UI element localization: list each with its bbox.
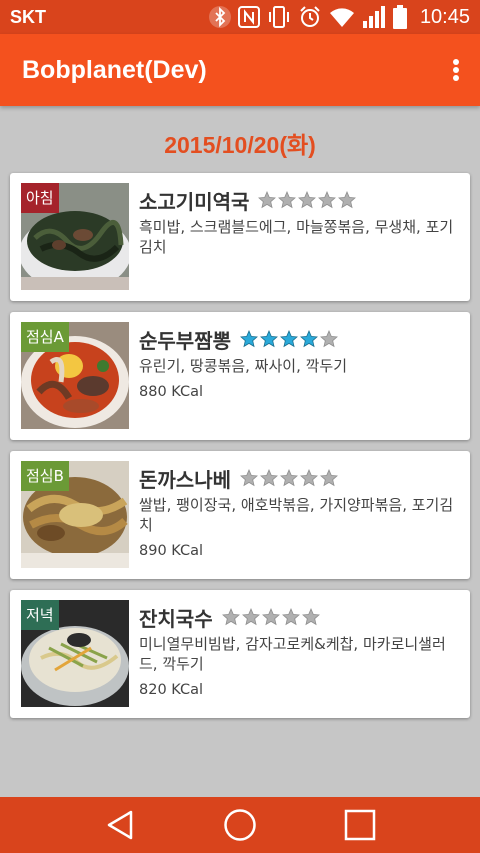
star-empty-icon[interactable] bbox=[221, 608, 240, 626]
meal-badge: 아침 bbox=[21, 183, 59, 213]
back-icon bbox=[107, 810, 133, 840]
star-filled-icon[interactable] bbox=[280, 330, 298, 348]
star-filled-icon[interactable] bbox=[300, 330, 318, 348]
meal-name: 소고기미역국 bbox=[139, 189, 250, 214]
back-button[interactable] bbox=[88, 797, 152, 853]
meal-card-lunch-b[interactable]: 점심B 돈까스나베 쌀밥, 팽이장국, 애호박볶음, 가지양파볶음, 포기김치 … bbox=[10, 451, 470, 579]
star-empty-icon[interactable] bbox=[278, 191, 297, 209]
rating-stars[interactable] bbox=[221, 608, 320, 626]
meal-photo: 점심B bbox=[21, 461, 129, 568]
meal-card-dinner[interactable]: 저녁 잔치국수 미니열무비빔밥, 감자고로케&케찹, 마카로니샐러드, 깍두기 … bbox=[10, 590, 470, 718]
status-bar: SKT 10:45 bbox=[0, 0, 480, 34]
rating-stars[interactable] bbox=[240, 469, 338, 487]
meal-photo: 저녁 bbox=[21, 600, 129, 707]
clock: 10:45 bbox=[419, 5, 470, 28]
meal-badge: 점심A bbox=[21, 322, 69, 352]
recents-button[interactable] bbox=[328, 797, 392, 853]
app-bar: Bobplanet(Dev) bbox=[0, 34, 480, 106]
more-vert-icon bbox=[453, 59, 459, 81]
meal-name: 순두부짬뽕 bbox=[139, 328, 231, 353]
star-empty-icon[interactable] bbox=[320, 330, 338, 348]
alarm-icon bbox=[298, 5, 322, 29]
battery-icon bbox=[392, 5, 407, 29]
carrier-label: SKT bbox=[10, 6, 46, 27]
signal-icon bbox=[362, 5, 386, 29]
meal-badge: 저녁 bbox=[21, 600, 59, 630]
star-empty-icon[interactable] bbox=[320, 469, 338, 487]
star-empty-icon[interactable] bbox=[300, 469, 318, 487]
navigation-bar bbox=[0, 797, 480, 853]
bluetooth-icon bbox=[208, 5, 231, 29]
star-empty-icon[interactable] bbox=[240, 469, 258, 487]
star-empty-icon[interactable] bbox=[261, 608, 280, 626]
kcal-label: 880 KCal bbox=[139, 384, 204, 400]
menu-text: 쌀밥, 팽이장국, 애호박볶음, 가지양파볶음, 포기김치 bbox=[139, 496, 454, 534]
rating-stars[interactable] bbox=[258, 191, 357, 209]
star-filled-icon[interactable] bbox=[240, 330, 258, 348]
recents-icon bbox=[344, 809, 376, 841]
meal-info: 소고기미역국 흑미밥, 스크램블드에그, 마늘쫑볶음, 무생채, 포기김치 bbox=[139, 185, 460, 265]
meal-name: 돈까스나베 bbox=[139, 467, 231, 492]
kcal-label: 820 KCal bbox=[139, 682, 204, 698]
meal-info: 순두부짬뽕 유린기, 땅콩볶음, 짜사이, 깍두기 880 KCal bbox=[139, 324, 460, 401]
meal-badge: 점심B bbox=[21, 461, 69, 491]
star-empty-icon[interactable] bbox=[258, 191, 277, 209]
home-icon bbox=[224, 809, 256, 841]
rating-stars[interactable] bbox=[240, 330, 338, 348]
meal-list: 아침 소고기미역국 흑미밥, 스크램블드에그, 마늘쫑볶음, 무생채, 포기김치 bbox=[10, 173, 470, 729]
meal-photo: 아침 bbox=[21, 183, 129, 290]
star-empty-icon[interactable] bbox=[281, 608, 300, 626]
star-empty-icon[interactable] bbox=[241, 608, 260, 626]
menu-text: 흑미밥, 스크램블드에그, 마늘쫑볶음, 무생채, 포기김치 bbox=[139, 218, 454, 256]
kcal-label: 890 KCal bbox=[139, 543, 204, 559]
meal-photo: 점심A bbox=[21, 322, 129, 429]
meal-info: 잔치국수 미니열무비빔밥, 감자고로케&케찹, 마카로니샐러드, 깍두기 820… bbox=[139, 602, 460, 699]
menu-text: 유린기, 땅콩볶음, 짜사이, 깍두기 bbox=[139, 357, 348, 375]
overflow-menu-button[interactable] bbox=[432, 46, 480, 94]
date-title[interactable]: 2015/10/20(화) bbox=[0, 126, 480, 160]
menu-text: 미니열무비빔밥, 감자고로케&케찹, 마카로니샐러드, 깍두기 bbox=[139, 635, 446, 673]
vibrate-icon bbox=[267, 5, 291, 29]
star-empty-icon[interactable] bbox=[260, 469, 278, 487]
wifi-icon bbox=[329, 6, 355, 28]
status-icons: 10:45 bbox=[208, 5, 470, 29]
app-title: Bobplanet(Dev) bbox=[22, 55, 207, 84]
home-button[interactable] bbox=[208, 797, 272, 853]
meal-info: 돈까스나베 쌀밥, 팽이장국, 애호박볶음, 가지양파볶음, 포기김치 890 … bbox=[139, 463, 460, 560]
star-empty-icon[interactable] bbox=[338, 191, 357, 209]
star-empty-icon[interactable] bbox=[301, 608, 320, 626]
meal-card-lunch-a[interactable]: 점심A 순두부짬뽕 유린기, 땅콩볶음, 짜사이, 깍두기 880 KCal bbox=[10, 312, 470, 440]
star-filled-icon[interactable] bbox=[260, 330, 278, 348]
star-empty-icon[interactable] bbox=[318, 191, 337, 209]
meal-name: 잔치국수 bbox=[139, 606, 213, 631]
star-empty-icon[interactable] bbox=[280, 469, 298, 487]
star-empty-icon[interactable] bbox=[298, 191, 317, 209]
meal-card-breakfast[interactable]: 아침 소고기미역국 흑미밥, 스크램블드에그, 마늘쫑볶음, 무생채, 포기김치 bbox=[10, 173, 470, 301]
nfc-icon bbox=[237, 6, 260, 28]
